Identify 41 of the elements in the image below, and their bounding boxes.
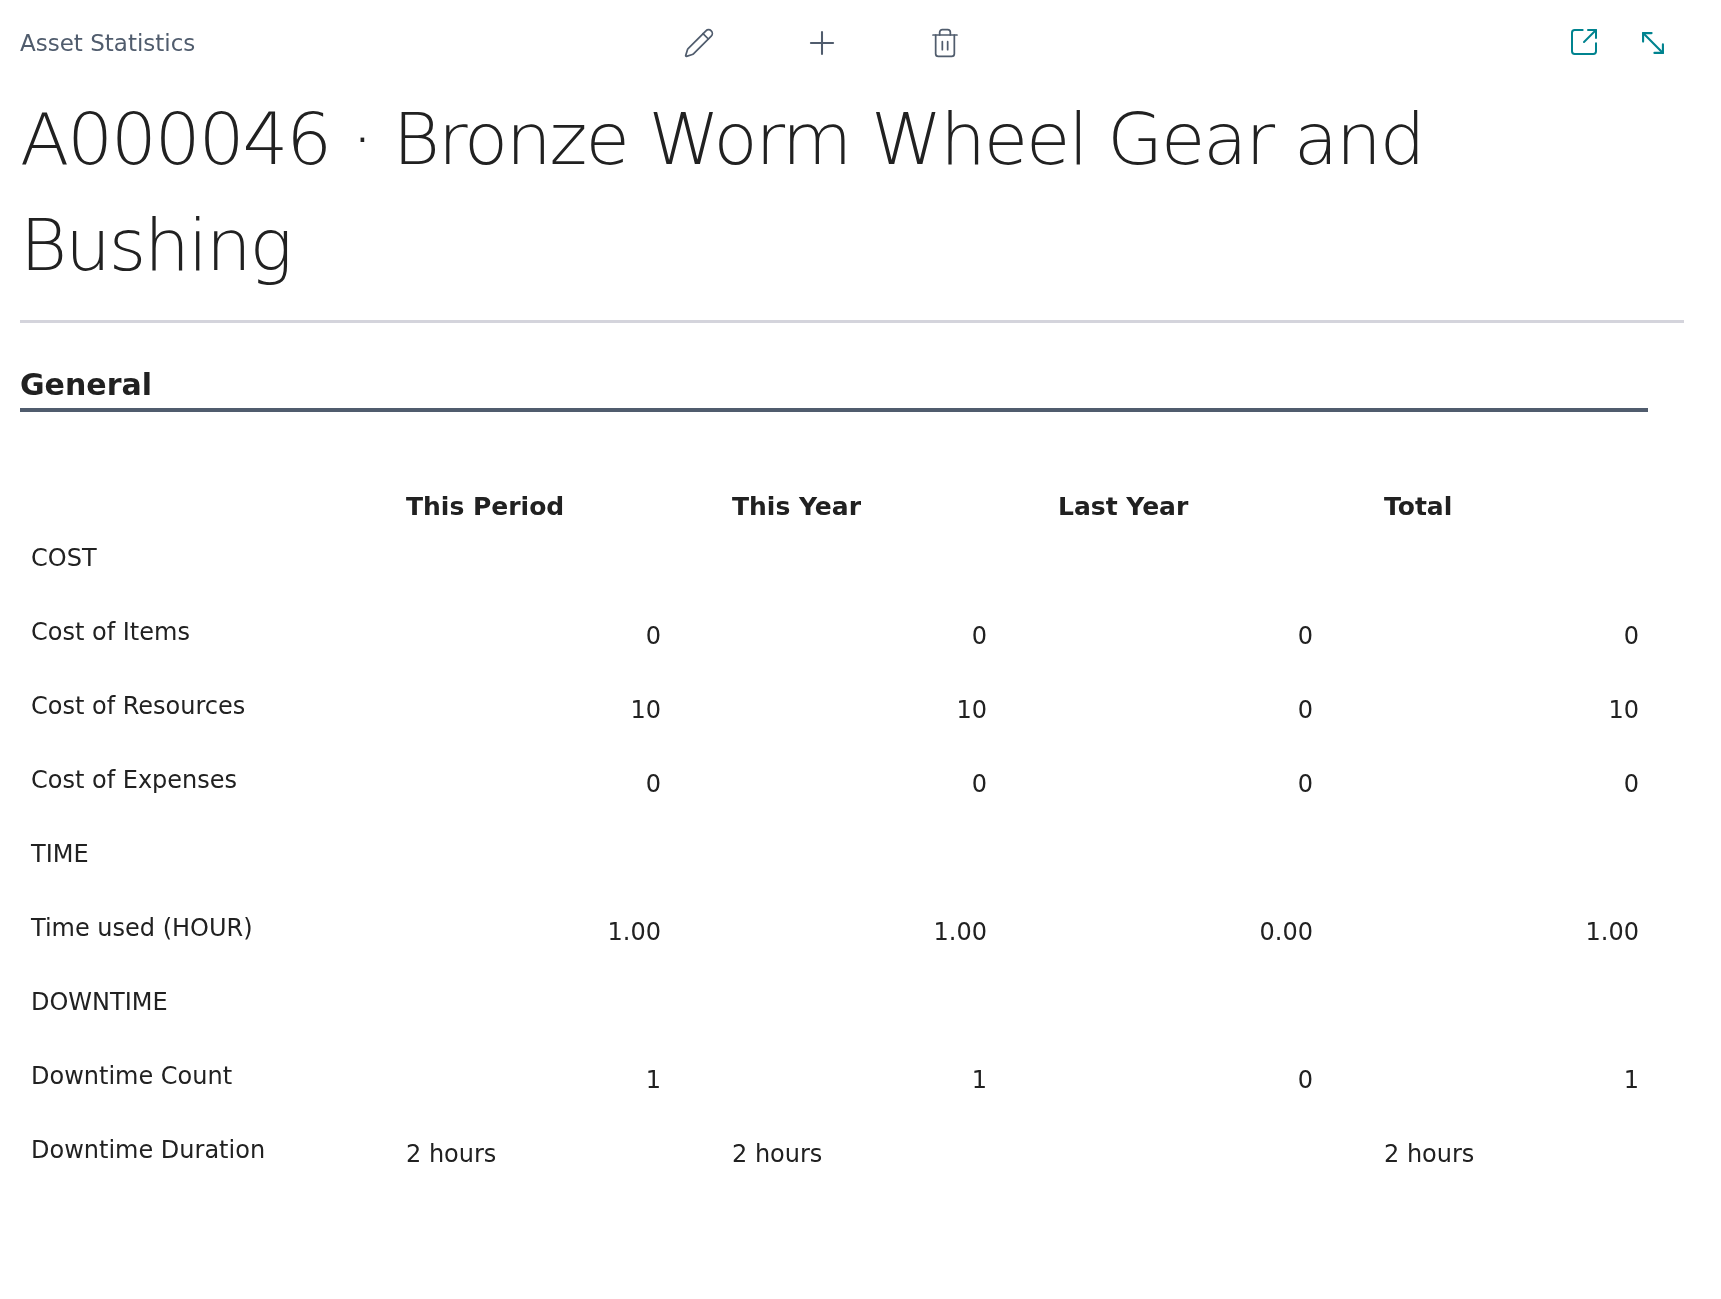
page-caption: Asset Statistics [20,30,196,56]
value-cell-text: 0 [1297,695,1314,726]
row-label: Cost of Items [31,618,191,648]
row-label: Downtime Duration [31,1136,267,1166]
column-header: This Period [406,492,566,523]
value-cell-text: 2 hours [732,1139,823,1170]
value-cell-text: 0 [1623,621,1640,652]
row-label: Downtime Count [31,1062,234,1092]
value-cell-text: 1 [645,1065,662,1096]
row-label: Time used (HOUR) [31,914,254,944]
section-label: TIME [31,840,90,870]
value-cell-text: 0 [1297,621,1314,652]
delete-button[interactable] [929,27,961,59]
value-cell-text: 0 [645,769,662,800]
value-cell-text: 2 hours [1384,1139,1475,1170]
column-header: Last Year [1058,492,1190,523]
value-cell-text: 0 [971,769,988,800]
value-cell-text: 0 [645,621,662,652]
value-cell-text: 0 [971,621,988,652]
value-cell-text: 10 [956,695,988,726]
value-cell-text: 0 [1297,1065,1314,1096]
section-label: DOWNTIME [31,988,169,1018]
value-cell-text: 2 hours [406,1139,497,1170]
value-cell-text: 1.00 [607,917,662,948]
page-title: A000046 · Bronze Worm Wheel Gear and Bushing [20,96,1425,289]
value-cell-text: 10 [630,695,662,726]
value-cell-text: 1.00 [1585,917,1640,948]
row-label: Cost of Resources [31,692,247,722]
column-header: This Year [732,492,862,523]
column-header: Total [1384,492,1454,523]
value-cell-text: 0 [1297,769,1314,800]
value-cell-text: 0.00 [1259,917,1314,948]
row-label: Cost of Expenses [31,766,239,796]
edit-button[interactable] [683,27,715,59]
value-cell-text: 1.00 [933,917,988,948]
value-cell-text: 1 [1623,1065,1640,1096]
value-cell-text: 0 [1623,769,1640,800]
value-cell-text: 10 [1608,695,1640,726]
value-cell-text: 1 [971,1065,988,1096]
section-label: COST [31,544,98,574]
section-title[interactable]: General [20,367,1648,412]
